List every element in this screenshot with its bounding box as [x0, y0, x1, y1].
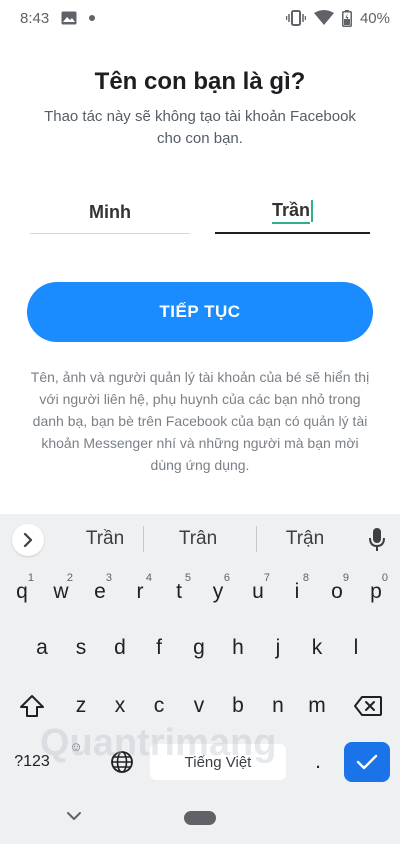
- key-t[interactable]: t5: [161, 570, 197, 614]
- backspace-icon: [354, 696, 382, 716]
- key-k[interactable]: k: [299, 626, 335, 670]
- key-n[interactable]: n: [260, 684, 296, 728]
- page-title: Tên con bạn là gì?: [94, 68, 306, 95]
- key-i-label: i: [294, 580, 300, 603]
- shift-key[interactable]: [10, 684, 54, 728]
- space-key[interactable]: Tiếng Việt: [150, 744, 286, 780]
- key-m[interactable]: m: [299, 684, 335, 728]
- wifi-icon: [313, 10, 334, 26]
- key-q-label: q: [16, 580, 28, 603]
- key-p[interactable]: p0: [358, 570, 394, 614]
- key-e-label: e: [94, 580, 106, 603]
- continue-button[interactable]: TIẾP TỤC: [27, 282, 373, 342]
- key-u-label: u: [252, 580, 264, 603]
- symbols-key[interactable]: ?123: [10, 742, 54, 782]
- key-w-hint: 2: [66, 572, 73, 584]
- mic-icon[interactable]: [364, 526, 390, 554]
- last-name-value: Trần: [271, 198, 310, 224]
- key-o-label: o: [331, 580, 343, 603]
- battery-icon: [341, 9, 352, 27]
- key-l[interactable]: l: [338, 626, 374, 670]
- enter-key[interactable]: [344, 742, 390, 782]
- status-bar: 8:43 40%: [0, 0, 400, 36]
- key-y-label: y: [212, 580, 224, 603]
- key-i-hint: 8: [302, 572, 309, 584]
- language-key[interactable]: [104, 744, 140, 780]
- key-p-hint: 0: [381, 572, 388, 584]
- suggestion-2[interactable]: Trân: [143, 528, 253, 550]
- keyboard: Trần Trân Trận q1 w2 e3 r4 t5 y6 u7 i8 o…: [0, 514, 400, 794]
- disclaimer-text: Tên, ảnh và người quản lý tài khoản của …: [30, 369, 370, 473]
- suggestion-3[interactable]: Trận: [250, 528, 360, 550]
- gallery-icon: [61, 11, 77, 25]
- expand-toolbar-button[interactable]: [12, 524, 44, 556]
- key-w[interactable]: w2: [43, 570, 79, 614]
- key-r-hint: 4: [145, 572, 152, 584]
- notification-dot-icon: [89, 15, 96, 21]
- emoji-hint: ☺: [69, 738, 83, 754]
- key-x[interactable]: x: [102, 684, 138, 728]
- key-y[interactable]: y6: [200, 570, 236, 614]
- shift-icon: [20, 695, 44, 717]
- text-cursor: [311, 200, 313, 223]
- key-e[interactable]: e3: [82, 570, 118, 614]
- backspace-key[interactable]: [346, 684, 390, 728]
- nav-home-button[interactable]: [184, 811, 216, 825]
- key-a[interactable]: a: [24, 626, 60, 670]
- key-g[interactable]: g: [181, 626, 217, 670]
- battery-percent: 40%: [359, 9, 390, 27]
- navigation-bar: [0, 794, 400, 844]
- key-b[interactable]: b: [220, 684, 256, 728]
- key-z[interactable]: z: [63, 684, 99, 728]
- key-o-hint: 9: [342, 572, 349, 584]
- period-key[interactable]: .: [298, 742, 338, 782]
- key-r[interactable]: r4: [122, 570, 158, 614]
- key-i[interactable]: i8: [279, 570, 315, 614]
- key-o[interactable]: o9: [319, 570, 355, 614]
- key-u-hint: 7: [263, 572, 270, 584]
- key-q[interactable]: q1: [4, 570, 40, 614]
- key-d[interactable]: d: [102, 626, 138, 670]
- key-r-label: r: [136, 580, 144, 603]
- key-t-hint: 5: [184, 572, 191, 584]
- key-c[interactable]: c: [141, 684, 177, 728]
- checkmark-icon: [356, 754, 378, 770]
- first-name-field[interactable]: Minh: [30, 198, 190, 234]
- key-v[interactable]: v: [181, 684, 217, 728]
- key-q-hint: 1: [27, 572, 34, 584]
- chevron-right-icon: [23, 533, 33, 547]
- key-s[interactable]: s: [63, 626, 99, 670]
- key-p-label: p: [370, 580, 382, 603]
- key-u[interactable]: u7: [240, 570, 276, 614]
- key-t-label: t: [176, 580, 182, 603]
- nav-back-button[interactable]: [66, 808, 82, 826]
- key-y-hint: 6: [223, 572, 230, 584]
- key-e-hint: 3: [105, 572, 112, 584]
- page-subtitle: Thao tác này sẽ không tạo tài khoản Face…: [44, 108, 356, 147]
- vibrate-icon: [285, 10, 306, 26]
- key-j[interactable]: j: [260, 626, 296, 670]
- chevron-down-icon: [67, 812, 81, 820]
- first-name-value: Minh: [89, 202, 131, 222]
- status-time: 8:43: [20, 9, 50, 27]
- key-f[interactable]: f: [141, 626, 177, 670]
- globe-icon: [111, 751, 133, 773]
- last-name-field[interactable]: Trần: [215, 198, 370, 234]
- key-h[interactable]: h: [220, 626, 256, 670]
